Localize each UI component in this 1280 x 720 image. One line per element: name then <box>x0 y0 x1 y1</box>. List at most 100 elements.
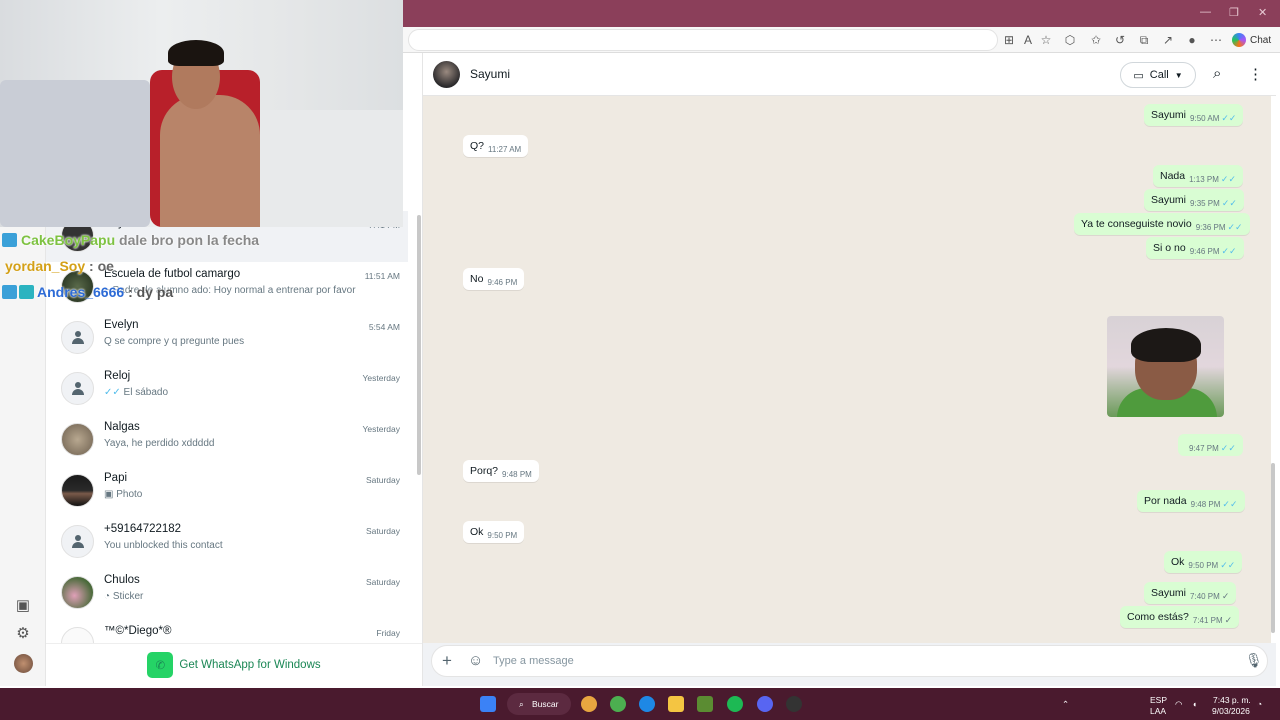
volume-icon[interactable]: ◖ <box>1192 699 1197 709</box>
double-check-icon: ✓✓ <box>1227 222 1243 232</box>
collections-icon[interactable]: ⧉ <box>1136 32 1152 48</box>
emoji-icon[interactable]: ☺ <box>468 652 483 669</box>
message-out[interactable]: Sayumi 7:40 PM ✓ <box>1144 582 1237 604</box>
webcam-overlay <box>0 0 403 227</box>
extensions-icon[interactable]: ⬡ <box>1062 32 1078 48</box>
contact-name[interactable]: Sayumi <box>470 67 510 81</box>
message-out[interactable]: Si o no 9:46 PM ✓✓ <box>1146 237 1244 259</box>
video-camera-icon: ▭ <box>1133 69 1144 82</box>
chat-item-chulos[interactable]: Chulos ◔ Sticker Saturday <box>46 568 408 619</box>
settings-icon[interactable]: ⚙ <box>12 623 34 645</box>
message-out[interactable]: Ya te conseguiste novio 9:36 PM ✓✓ <box>1074 213 1250 235</box>
chat-item-diego[interactable]: ™©*Diego*® Friday <box>46 619 408 643</box>
double-check-icon: ✓✓ <box>1221 113 1237 123</box>
favorites-icon[interactable]: ✩ <box>1088 32 1104 48</box>
profile-avatar[interactable] <box>14 654 33 673</box>
avatar <box>61 576 94 609</box>
message-in[interactable]: No 9:46 PM <box>463 268 525 290</box>
search-icon: ⌕ <box>519 699 524 709</box>
chat-item-number[interactable]: +59164722182 You unblocked this contact … <box>46 517 408 568</box>
double-check-icon: ✓✓ <box>104 387 121 398</box>
taskbar-search[interactable]: ⌕ Buscar <box>507 693 571 715</box>
minecraft-icon[interactable] <box>697 696 713 712</box>
stream-chat-line: yordan_Soy : oe <box>5 258 114 274</box>
contact-avatar[interactable] <box>433 61 460 88</box>
chevron-up-icon[interactable]: ⌃ <box>1062 699 1069 710</box>
stream-chat-line: Andres_6666 : dy pa <box>37 284 174 300</box>
obs-icon[interactable] <box>786 696 802 712</box>
message-out[interactable]: Como estás? 7:41 PM ✓ <box>1120 606 1240 628</box>
double-check-icon: ✓✓ <box>1221 246 1237 256</box>
copilot-icon <box>1232 33 1246 47</box>
message-scrollbar[interactable] <box>1271 463 1275 633</box>
image-message[interactable] <box>1107 316 1224 417</box>
profile-icon[interactable]: ● <box>1184 32 1200 48</box>
search-icon[interactable]: ⌕ <box>1213 65 1221 82</box>
chat-item-reloj[interactable]: Reloj ✓✓ El sábado Yesterday <box>46 364 408 415</box>
history-icon[interactable]: ↺ <box>1112 32 1128 48</box>
double-check-icon: ✓✓ <box>1220 443 1236 453</box>
conversation-header: Sayumi ▭ Call ▼ ⌕ ⋮ <box>423 53 1276 96</box>
double-check-icon: ✓✓ <box>1220 174 1236 184</box>
avatar <box>61 627 94 643</box>
close-window-icon[interactable]: ✕ <box>1258 6 1267 19</box>
apps-icon[interactable]: ⊞ <box>1001 32 1017 48</box>
attach-plus-icon[interactable]: + <box>442 651 452 671</box>
address-bar[interactable] <box>408 29 998 51</box>
double-check-icon: ✓✓ <box>1222 499 1238 509</box>
chat-list-scrollbar[interactable] <box>417 215 421 475</box>
message-out[interactable]: Sayumi 9:50 AM ✓✓ <box>1144 104 1244 126</box>
whatsapp-logo-icon: ✆ <box>147 652 174 678</box>
copilot-chat-button[interactable]: Chat <box>1232 31 1271 49</box>
chevron-down-icon: ▼ <box>1174 70 1183 80</box>
sticker-icon: ◔ <box>104 591 111 602</box>
single-check-icon: ✓ <box>1224 615 1233 625</box>
message-out[interactable]: Sayumi 9:35 PM ✓✓ <box>1144 189 1244 211</box>
photo-icon: ▣ <box>104 489 114 500</box>
chat-badge-icon <box>19 285 34 299</box>
spotify-icon[interactable] <box>727 696 743 712</box>
chat-item-evelyn[interactable]: Evelyn Q se compre y q pregunte pues 5:5… <box>46 313 408 364</box>
edge-icon[interactable] <box>639 696 655 712</box>
minimize-icon[interactable]: — <box>1200 6 1211 18</box>
discord-icon[interactable] <box>757 696 773 712</box>
chat-badge-icon <box>2 285 17 299</box>
default-avatar-icon <box>61 321 94 354</box>
chat-badge-icon <box>2 233 17 247</box>
favorite-star-icon[interactable]: ☆ <box>1038 32 1054 48</box>
chat-item-nalgas[interactable]: Nalgas Yaya, he perdido xddddd Yesterday <box>46 415 408 466</box>
chat-item-papi[interactable]: Papi ▣ Photo Saturday <box>46 466 408 517</box>
message-in[interactable]: Ok 9:50 PM <box>463 521 525 543</box>
call-button[interactable]: ▭ Call ▼ <box>1120 62 1196 88</box>
file-explorer-icon[interactable] <box>668 696 684 712</box>
default-avatar-icon <box>61 525 94 558</box>
wifi-icon[interactable]: ◠ <box>1175 699 1182 710</box>
message-out[interactable]: Ok 9:50 PM ✓✓ <box>1164 551 1243 573</box>
more-options-icon[interactable]: ⋮ <box>1248 65 1263 83</box>
message-in[interactable]: Porq? 9:48 PM <box>463 460 539 482</box>
microphone-icon[interactable]: 🎙 <box>1245 652 1263 669</box>
taskbar: ⌕ Buscar ⌃ ESP LAA ◠ ◖ 7:43 p. m. 9/03/2… <box>0 688 1280 720</box>
media-library-icon[interactable]: ▣ <box>12 595 34 617</box>
get-whatsapp-windows-banner[interactable]: ✆ Get WhatsApp for Windows <box>46 643 422 686</box>
read-aloud-icon[interactable]: A <box>1020 32 1036 48</box>
image-message-meta: 9:47 PM ✓✓ <box>1178 434 1243 456</box>
more-menu-icon[interactable]: ⋯ <box>1208 32 1224 48</box>
double-check-icon: ✓✓ <box>1221 198 1237 208</box>
chrome-icon[interactable] <box>581 696 597 712</box>
single-check-icon: ✓ <box>1221 591 1230 601</box>
default-avatar-icon <box>61 372 94 405</box>
message-out[interactable]: Nada 1:13 PM ✓✓ <box>1153 165 1243 187</box>
message-input[interactable]: Type a message <box>493 655 574 667</box>
stream-chat-line: CakeBoyPapu dale bro pon la fecha <box>21 232 260 248</box>
composer: + ☺ Type a message 🎙 <box>431 645 1268 677</box>
maximize-icon[interactable]: ❐ <box>1229 6 1239 19</box>
share-icon[interactable]: ↗ <box>1160 32 1176 48</box>
start-icon[interactable] <box>480 696 496 712</box>
avatar <box>61 474 94 507</box>
chrome-profile-icon[interactable] <box>610 696 626 712</box>
message-out[interactable]: Por nada 9:48 PM ✓✓ <box>1137 490 1245 512</box>
message-in[interactable]: Q? 11:27 AM <box>463 135 529 157</box>
avatar <box>61 423 94 456</box>
notification-bell-icon[interactable]: ◔ <box>1257 699 1262 709</box>
